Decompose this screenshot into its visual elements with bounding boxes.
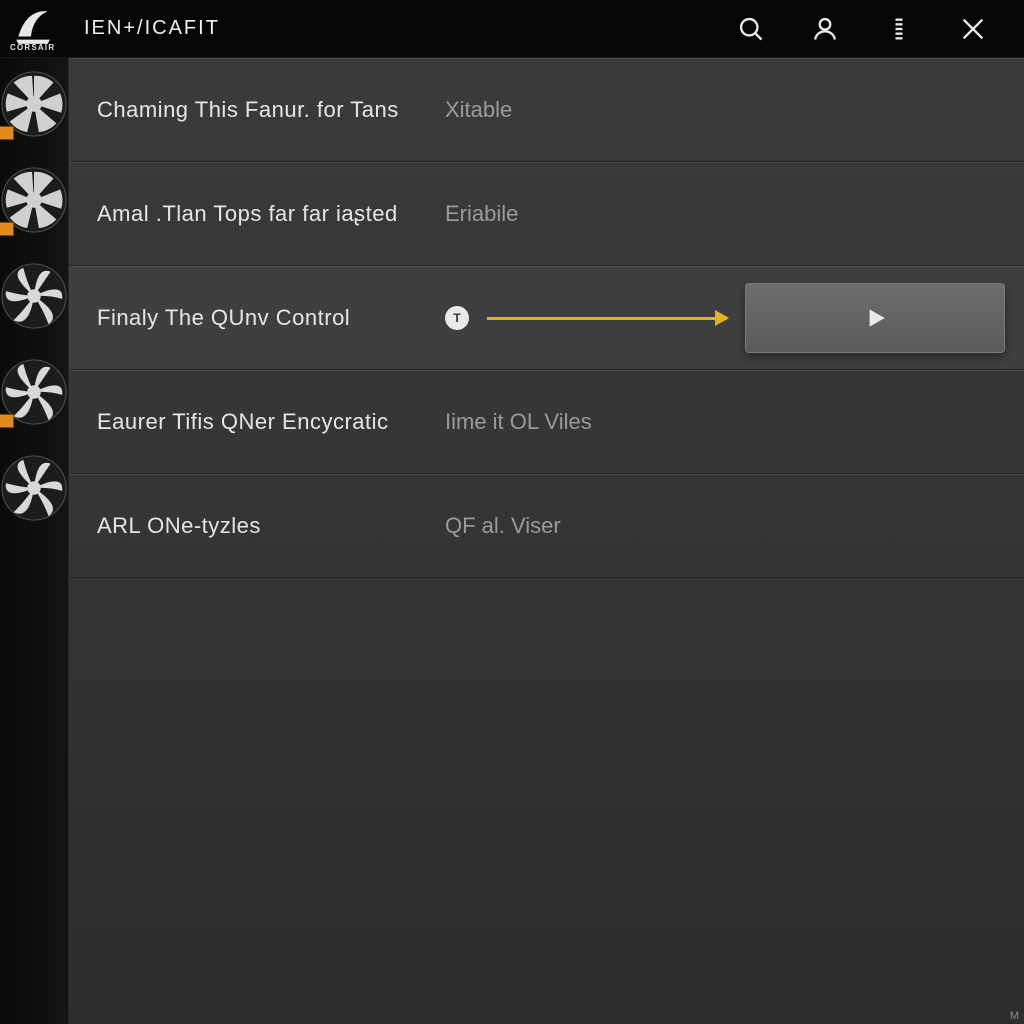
title-bar: CORSAIR IEN+/ICAFIT xyxy=(0,0,1024,58)
sidebar-fan-1[interactable] xyxy=(0,70,68,138)
device-sidebar xyxy=(0,58,69,1024)
setting-row-1[interactable]: Chaming This Fanur. for Tans Xitable xyxy=(69,58,1024,162)
search-icon[interactable] xyxy=(734,12,768,46)
user-icon[interactable] xyxy=(808,12,842,46)
sidebar-fan-5[interactable] xyxy=(0,454,68,522)
sidebar-fan-3[interactable] xyxy=(0,262,68,330)
list-icon[interactable] xyxy=(882,12,916,46)
window-controls xyxy=(734,12,1024,46)
close-icon[interactable] xyxy=(956,12,990,46)
sidebar-fan-4[interactable] xyxy=(0,358,68,426)
setting-label: ARL ONe-tyzles xyxy=(97,513,445,539)
sidebar-fan-2[interactable] xyxy=(0,166,68,234)
setting-label: Eaurer Tifis QNer Encycratic xyxy=(97,409,445,435)
watermark: M xyxy=(1010,1010,1020,1022)
setting-row-5[interactable]: ARL ONe-tyzles QF al. Viser xyxy=(69,474,1024,578)
brand-logo: CORSAIR xyxy=(0,5,78,52)
setting-value: QF al. Viser xyxy=(445,513,561,539)
status-badge xyxy=(0,126,14,140)
setting-row-4[interactable]: Eaurer Tifis QNer Encycratic Iime it OL … xyxy=(69,370,1024,474)
setting-value: Xitable xyxy=(445,97,512,123)
setting-label: Finaly The QUnv Control xyxy=(97,305,445,331)
setting-label: Amal .Tlan Tops far far iaʂted xyxy=(97,201,445,227)
play-button[interactable] xyxy=(745,283,1005,353)
setting-row-3[interactable]: Finaly The QUnv Control T xyxy=(69,266,1024,370)
status-badge xyxy=(0,414,14,428)
setting-value: Eriabile xyxy=(445,201,518,227)
status-badge xyxy=(0,222,14,236)
setting-label: Chaming This Fanur. for Tans xyxy=(97,97,445,123)
arrow-icon xyxy=(487,317,727,320)
app-title: IEN+/ICAFIT xyxy=(84,17,220,40)
setting-value: Iime it OL Viles xyxy=(445,409,592,435)
brand-text: CORSAIR xyxy=(10,43,55,52)
settings-panel: Chaming This Fanur. for Tans Xitable Ama… xyxy=(69,58,1024,1024)
info-icon[interactable]: T xyxy=(445,306,469,330)
setting-row-2[interactable]: Amal .Tlan Tops far far iaʂted Eriabile xyxy=(69,162,1024,266)
sail-icon xyxy=(12,5,54,47)
